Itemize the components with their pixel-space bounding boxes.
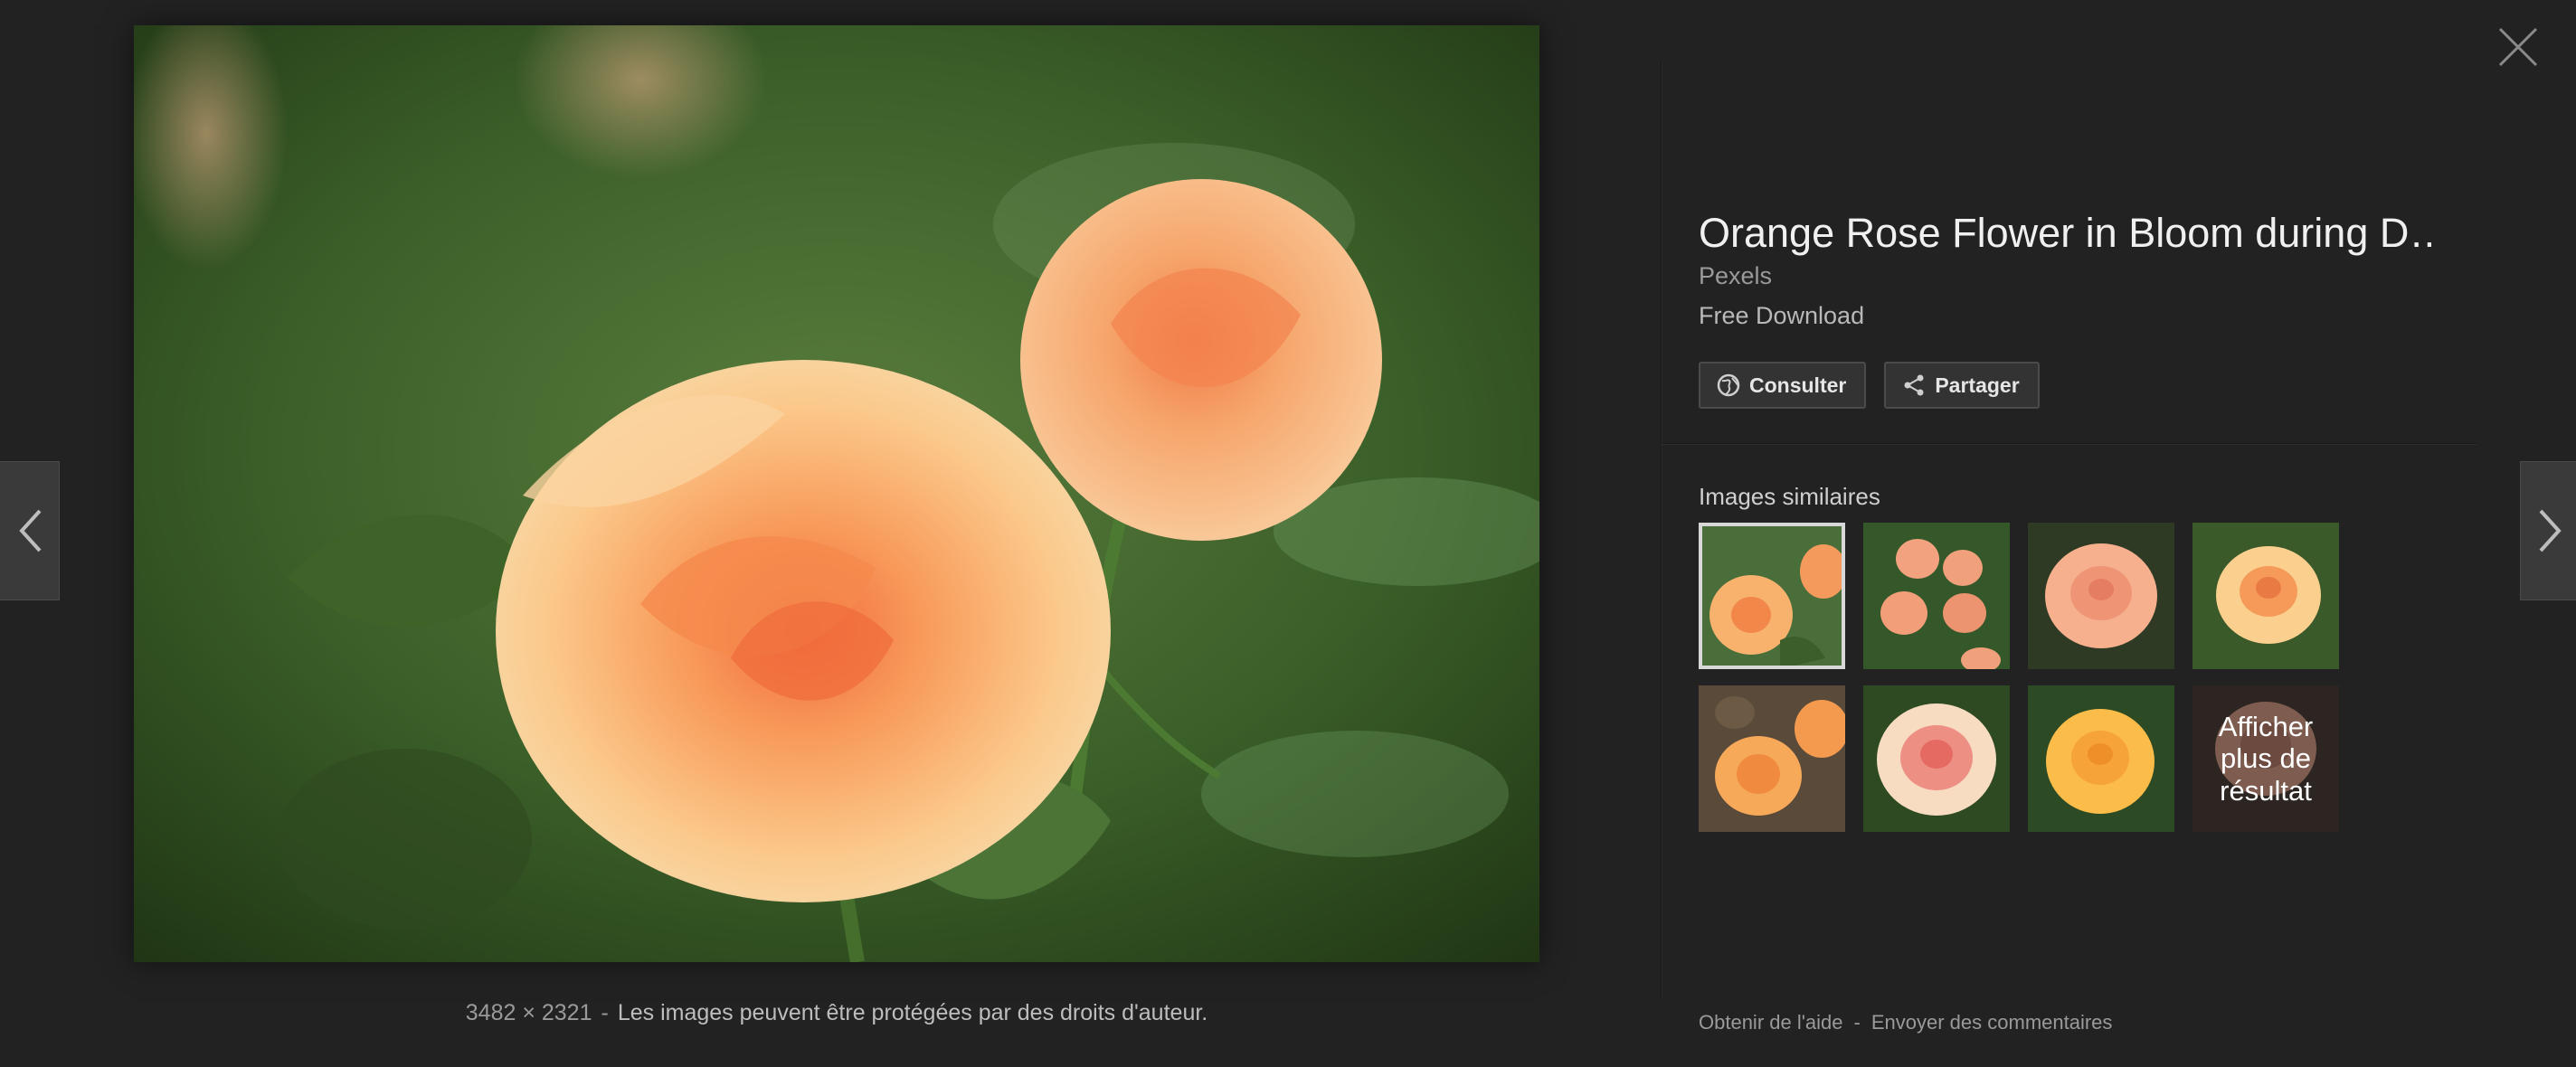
caption-separator: - (601, 1000, 609, 1025)
similar-image-thumbnail[interactable] (1863, 685, 2010, 832)
horizontal-divider (1661, 443, 2477, 445)
help-link[interactable]: Obtenir de l'aide (1699, 1011, 1843, 1034)
previous-image-button[interactable] (0, 461, 60, 600)
main-image[interactable] (134, 25, 1539, 962)
chevron-right-icon (2539, 509, 2562, 552)
chevron-left-icon (18, 509, 41, 552)
share-button[interactable]: Partager (1884, 362, 2040, 409)
vertical-divider (1661, 61, 1662, 998)
share-label: Partager (1935, 373, 2020, 397)
image-caption: 3482 × 2321- Les images peuvent être prot… (0, 1000, 1673, 1026)
details-panel: Orange Rose Flower in Bloom during D… Pe… (1661, 0, 2477, 1067)
rose-thumbnail (2028, 685, 2174, 832)
similar-image-thumbnail[interactable] (1699, 523, 1845, 669)
close-button[interactable] (2496, 25, 2540, 69)
rose-thumbnail (2192, 523, 2339, 669)
feedback-link[interactable]: Envoyer des commentaires (1871, 1011, 2113, 1034)
image-description: Free Download (1699, 302, 1865, 329)
rose-thumbnail (1699, 523, 1845, 669)
rose-thumbnail (2028, 523, 2174, 669)
share-icon (1904, 374, 1924, 396)
image-source[interactable]: Pexels (1699, 262, 1772, 290)
similar-image-thumbnail[interactable] (2192, 523, 2339, 669)
similar-images-heading: Images similaires (1699, 483, 1880, 510)
image-dimensions: 3482 × 2321 (465, 1000, 592, 1025)
panel-footer: Obtenir de l'aide - Envoyer des commenta… (1699, 1011, 2112, 1034)
rose-thumbnail (1699, 685, 1845, 832)
action-buttons: Consulter Partager (1699, 362, 2040, 409)
similar-image-thumbnail[interactable] (2028, 523, 2174, 669)
rose-photo (134, 25, 1539, 962)
more-results-label: Afficher plus de résultat (2192, 685, 2339, 832)
copyright-notice: Les images peuvent être protégées par de… (617, 1000, 1208, 1025)
next-image-button[interactable] (2520, 461, 2576, 600)
similar-image-thumbnail[interactable] (2028, 685, 2174, 832)
footer-separator: - (1853, 1011, 1861, 1034)
visit-label: Consulter (1749, 373, 1847, 397)
visit-button[interactable]: Consulter (1699, 362, 1867, 409)
similar-image-thumbnail[interactable] (1863, 523, 2010, 669)
close-icon (2498, 27, 2538, 67)
similar-image-thumbnail[interactable] (1699, 685, 1845, 832)
image-title[interactable]: Orange Rose Flower in Bloom during D… (1699, 210, 2440, 257)
similar-images-grid: Afficher plus de résultat (1699, 523, 2339, 832)
more-results-thumbnail[interactable]: Afficher plus de résultat (2192, 685, 2339, 832)
rose-thumbnail (1863, 523, 2010, 669)
globe-icon (1717, 373, 1740, 397)
rose-thumbnail (1863, 685, 2010, 832)
